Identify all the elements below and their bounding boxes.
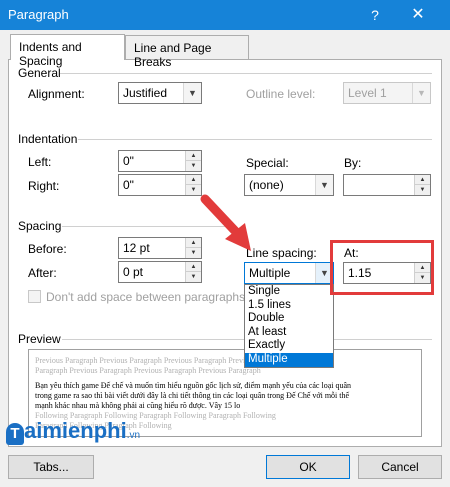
at-highlight-box [330, 240, 434, 295]
line-spacing-dropdown: Single 1.5 lines Double At least Exactly… [244, 284, 334, 368]
spin-down-icon[interactable]: ▼ [185, 161, 201, 171]
preview-body-line-2: trong game ra sao thì bài viết dưới đây … [35, 391, 350, 400]
watermark-suffix: .vn [126, 430, 141, 441]
tab-line-and-page-breaks[interactable]: Line and Page Breaks [125, 35, 249, 69]
right-indent-value: 0" [123, 178, 134, 192]
right-indent-label: Right: [28, 179, 60, 193]
watermark-logo: Taimienphi.vn [6, 418, 140, 445]
spin-up-icon[interactable]: ▲ [414, 175, 430, 185]
after-label: After: [28, 266, 57, 280]
chevron-down-icon: ▼ [183, 83, 201, 103]
line-spacing-label: Line spacing: [246, 246, 317, 260]
outline-level-label: Outline level: [246, 87, 316, 101]
outline-level-value: Level 1 [348, 86, 387, 100]
before-value: 12 pt [123, 241, 150, 255]
dont-add-space-checkbox[interactable] [28, 290, 41, 303]
preview-previous-line-2: Paragraph Previous Paragraph Previous Pa… [35, 366, 261, 375]
help-button[interactable]: ? [362, 5, 388, 25]
ok-button[interactable]: OK [266, 455, 350, 479]
option-at-least[interactable]: At least [245, 326, 333, 340]
general-divider [60, 73, 432, 74]
chevron-down-icon: ▼ [315, 175, 333, 195]
cancel-button[interactable]: Cancel [358, 455, 442, 479]
before-spinner[interactable]: 12 pt ▲ ▼ [118, 237, 202, 259]
close-button[interactable]: ✕ [400, 4, 436, 26]
preview-header: Preview [18, 332, 61, 346]
alignment-select[interactable]: Justified ▼ [118, 82, 202, 104]
tabs-button[interactable]: Tabs... [8, 455, 94, 479]
option-1-5-lines[interactable]: 1.5 lines [245, 299, 333, 313]
preview-body-line-3: mạnh khác nhau mà không phải ai cũng hiể… [35, 401, 241, 410]
after-value: 0 pt [123, 265, 144, 279]
left-indent-label: Left: [28, 155, 52, 169]
special-value: (none) [249, 178, 284, 192]
line-spacing-select[interactable]: Multiple ▼ [244, 262, 334, 284]
special-select[interactable]: (none) ▼ [244, 174, 334, 196]
spacing-header: Spacing [18, 219, 62, 233]
indentation-divider [78, 139, 432, 140]
chevron-down-icon: ▼ [412, 83, 430, 103]
tab-indents-and-spacing[interactable]: Indents and Spacing [10, 34, 125, 68]
option-double[interactable]: Double [245, 312, 333, 326]
preview-previous-line-1: Previous Paragraph Previous Paragraph Pr… [35, 356, 291, 365]
spin-up-icon[interactable]: ▲ [185, 151, 201, 161]
after-spinner[interactable]: 0 pt ▲ ▼ [118, 261, 202, 283]
line-spacing-value: Multiple [249, 266, 291, 280]
option-single[interactable]: Single [245, 285, 333, 299]
dont-add-space-label: Don't add space between paragraphs of s [46, 290, 268, 304]
left-indent-value: 0" [123, 154, 134, 168]
before-label: Before: [28, 242, 67, 256]
alignment-value: Justified [123, 86, 168, 100]
left-indent-spinner[interactable]: 0" ▲ ▼ [118, 150, 202, 172]
right-indent-spinner[interactable]: 0" ▲ ▼ [118, 174, 202, 196]
watermark-text: aimienphi [24, 418, 127, 443]
special-label: Special: [246, 156, 289, 170]
preview-body-line-1: Bạn yêu thích game Đế chế và muốn tìm hi… [35, 381, 352, 390]
spin-up-icon[interactable]: ▲ [185, 175, 201, 185]
indentation-header: Indentation [18, 132, 78, 146]
by-label: By: [344, 156, 362, 170]
spin-down-icon[interactable]: ▼ [414, 185, 430, 195]
red-arrow-annotation [200, 194, 251, 251]
general-header: General [18, 66, 61, 80]
spin-up-icon[interactable]: ▲ [185, 262, 201, 272]
option-multiple[interactable]: Multiple [245, 352, 333, 367]
spin-down-icon[interactable]: ▼ [185, 272, 201, 282]
by-spinner[interactable]: ▲ ▼ [343, 174, 431, 196]
alignment-label: Alignment: [28, 87, 85, 101]
option-exactly[interactable]: Exactly [245, 339, 333, 353]
logo-icon: T [6, 423, 24, 445]
window-title: Paragraph [8, 7, 69, 22]
outline-level-select[interactable]: Level 1 ▼ [343, 82, 431, 104]
